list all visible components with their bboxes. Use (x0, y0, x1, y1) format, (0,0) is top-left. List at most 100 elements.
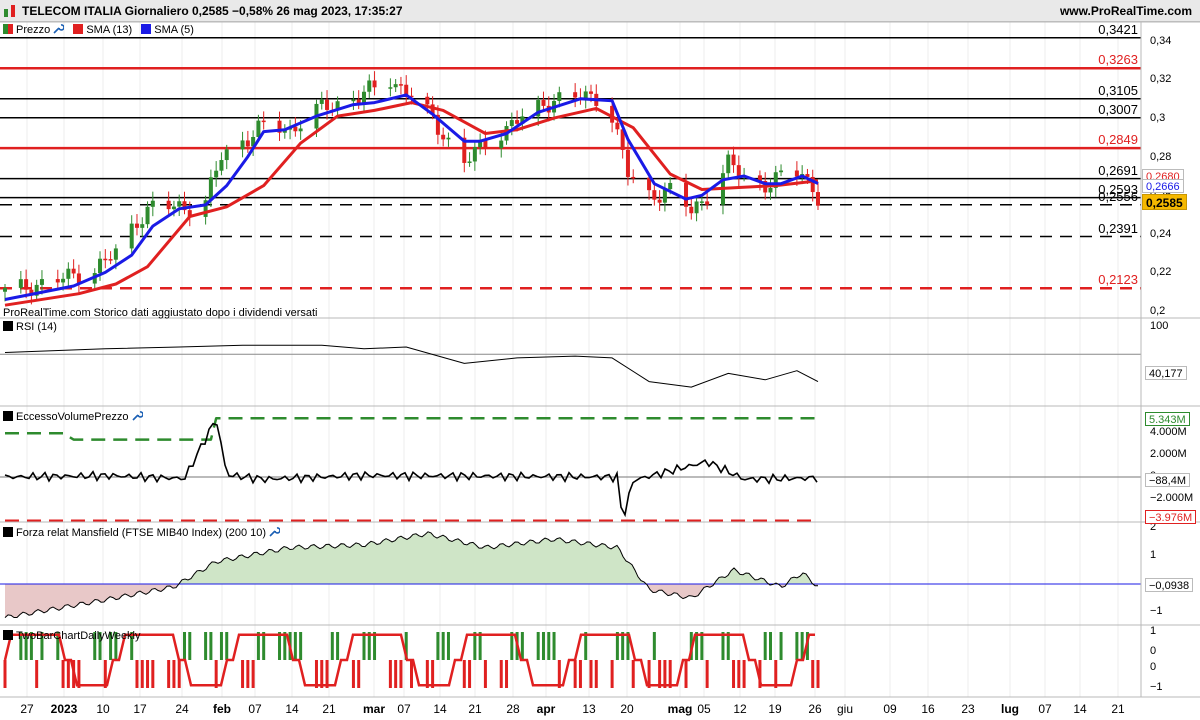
candle-body (108, 259, 113, 261)
x-axis-label: 27 (20, 702, 34, 716)
level-label: 0,2691 (1098, 162, 1138, 178)
evp-axis-tick: 4.000M (1150, 426, 1187, 438)
level-lines (0, 37, 1141, 290)
level-label: 0,2123 (1098, 272, 1138, 288)
candle-body (499, 140, 504, 149)
price-axis-tick: 0,2 (1150, 305, 1166, 317)
candle-body (372, 80, 377, 88)
grid-lines (26, 22, 1119, 697)
candle-body (699, 201, 704, 203)
price-axis-tick: 0,22 (1150, 266, 1172, 279)
candle-body (657, 199, 662, 203)
sma13-swatch (73, 24, 84, 34)
rsi-legend: RSI (14) (3, 320, 57, 334)
candle-body (615, 122, 620, 130)
candle-body (446, 137, 451, 140)
x-axis-label: 13 (582, 702, 596, 716)
twobar-axis-tick: 1 (1150, 625, 1157, 637)
candle-body (398, 84, 403, 86)
mansfield-title: Forza relat Mansfield (FTSE MIB40 Index)… (16, 527, 267, 539)
level-label: 0,3105 (1098, 82, 1138, 98)
site-link[interactable]: www.ProRealTime.com (1060, 4, 1192, 18)
price-swatch (3, 24, 13, 34)
price-axis-tick: 0,3 (1150, 112, 1166, 125)
x-axis-label: 12 (733, 702, 747, 716)
candle-body (24, 279, 29, 290)
evp-last-tag: −88,4M (1145, 473, 1190, 487)
candle-body (768, 187, 773, 193)
candle-body (694, 201, 699, 214)
x-axis-label: 14 (433, 702, 447, 716)
evp-upper-tag: 5.343M (1145, 412, 1190, 426)
candle-body (150, 200, 155, 207)
candle-body (113, 248, 118, 260)
x-axis-label: 07 (397, 702, 411, 716)
candle-body (573, 92, 578, 98)
candle-body (171, 206, 176, 210)
mansfield-axis-tick: 1 (1150, 549, 1157, 561)
candle-body (441, 134, 446, 140)
candle-body (145, 206, 150, 225)
candle-body (71, 268, 76, 274)
wrench-icon[interactable] (131, 410, 143, 422)
wrench-icon[interactable] (52, 23, 65, 35)
x-axis-label: 2023 (50, 702, 78, 716)
x-axis-label: 14 (1073, 702, 1087, 716)
candle-body (367, 80, 372, 92)
candle-body (219, 160, 224, 171)
candle-body (224, 149, 229, 161)
candle-body (625, 149, 630, 177)
candle-body (298, 128, 303, 132)
candle-body (393, 84, 398, 88)
indicator-lines (0, 93, 1141, 688)
mansfield-swatch (3, 527, 13, 537)
x-axis-label: 23 (961, 702, 975, 716)
wrench-icon[interactable] (268, 526, 281, 538)
candle-body (726, 154, 731, 174)
candle-body (319, 99, 324, 104)
x-axis-label: 17 (133, 702, 147, 716)
candle-body (256, 120, 261, 138)
candle-body (325, 99, 330, 110)
candle-body (261, 120, 266, 123)
price-axis-tick: 0,24 (1150, 227, 1172, 240)
candle-body (731, 154, 736, 166)
candle-body (103, 258, 108, 261)
twobar-title: TwoBarChartDailyWeekly (16, 630, 141, 642)
candle-body (240, 140, 245, 150)
evp-axis-tick: 2.000M (1150, 448, 1187, 460)
data-note: ProRealTime.com Storico dati aggiustato … (3, 307, 318, 319)
x-axis-label: 09 (883, 702, 897, 716)
chart-header: TELECOM ITALIA Giornaliero 0,2585 −0,58%… (0, 0, 1200, 22)
candle-body (705, 201, 710, 205)
candle-body (55, 279, 60, 283)
last-price-tag: 0,2585 (1142, 194, 1187, 210)
x-axis-label: 19 (768, 702, 782, 716)
mansfield-negative-fill (5, 584, 818, 618)
candle-body (18, 279, 23, 288)
price-axis-tick: 0,32 (1150, 73, 1172, 86)
candle-body (425, 96, 430, 105)
evp-lower-tag: −3.976M (1145, 510, 1197, 524)
sma5-legend-label: SMA (5) (154, 24, 194, 36)
candle-body (351, 99, 356, 102)
candle-body (39, 279, 44, 285)
prorealtime-logo-icon (4, 5, 15, 17)
candle-body (779, 170, 784, 173)
evp-line (4, 422, 818, 518)
candle-body (61, 278, 66, 283)
x-axis-label: 05 (697, 702, 711, 716)
candle-body (66, 268, 71, 279)
level-label: 0,2556 (1098, 188, 1138, 204)
x-axis-label: 10 (96, 702, 110, 716)
candle-body (588, 91, 593, 94)
x-axis-label: feb (213, 702, 231, 716)
x-axis-label: 21 (322, 702, 336, 716)
panel-fills (5, 531, 818, 618)
x-axis-label: lug (1001, 702, 1019, 716)
candle-body (794, 170, 799, 177)
candle-body (472, 147, 477, 162)
x-axis-label: 20 (620, 702, 634, 716)
twobar-swatch (3, 630, 13, 640)
candle-body (631, 176, 636, 179)
